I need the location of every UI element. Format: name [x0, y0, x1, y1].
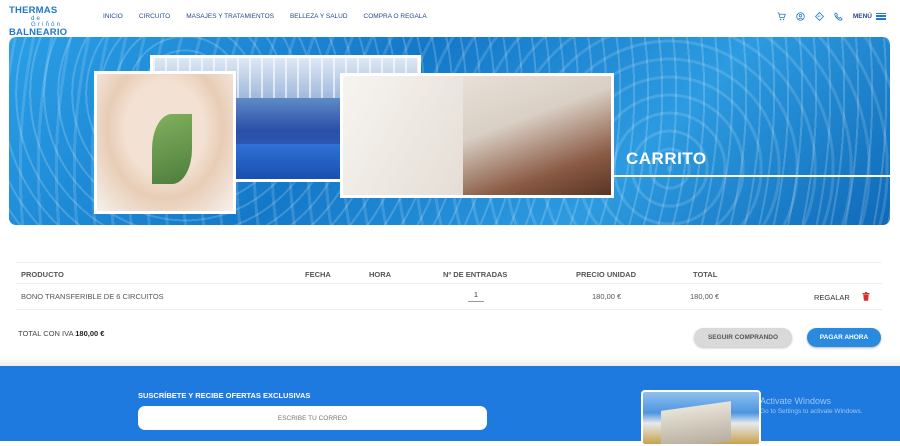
nav-item-compra[interactable]: COMPRA O REGALA: [364, 13, 427, 20]
header-actions: MENÚ: [777, 11, 886, 21]
nav-item-circuito[interactable]: CIRCUITO: [139, 13, 170, 20]
trash-icon[interactable]: [862, 292, 870, 301]
logo-line-3: BALNEARIO: [9, 26, 68, 38]
cart-table: PRODUCTO FECHA HORA Nº DE ENTRADAS PRECI…: [16, 262, 882, 310]
building-photo: [641, 390, 761, 446]
phone-icon[interactable]: [834, 11, 843, 21]
newsletter-footer: SUSCRÍBETE Y RECIBE OFERTAS EXCLUSIVAS A…: [0, 366, 900, 446]
continue-shopping-button[interactable]: SEGUIR COMPRANDO: [694, 328, 792, 347]
hero-banner: CARRITO: [9, 37, 890, 225]
brand-logo[interactable]: THERMAS de Griñón BALNEARIO: [9, 6, 71, 37]
watermark-line-2: Go to Settings to activate Windows.: [760, 408, 863, 415]
column-header-hora: HORA: [369, 270, 392, 279]
logo-line-1: THERMAS: [9, 5, 58, 16]
nav-item-belleza[interactable]: BELLEZA Y SALUD: [290, 13, 348, 20]
column-header-precio: PRECIO UNIDAD: [576, 270, 637, 279]
table-header: PRODUCTO FECHA HORA Nº DE ENTRADAS PRECI…: [16, 262, 882, 284]
row-price: 180,00 €: [592, 292, 622, 301]
total-value: 180,00 €: [75, 329, 105, 338]
windows-activation-watermark: Activate Windows Go to Settings to activ…: [760, 396, 863, 415]
page-title: CARRITO: [626, 149, 707, 168]
nav-item-inicio[interactable]: INICIO: [103, 13, 123, 20]
top-bar: THERMAS de Griñón BALNEARIO INICIO CIRCU…: [0, 0, 900, 37]
title-underline: [614, 175, 890, 177]
table-row: BONO TRANSFERIBLE DE 6 CIRCUITOS 1 180,0…: [16, 284, 882, 310]
quantity-field[interactable]: 1: [468, 290, 484, 302]
user-icon[interactable]: [796, 11, 805, 21]
nav-item-masajes[interactable]: MASAJES Y TRATAMIENTOS: [186, 13, 274, 20]
email-field[interactable]: [138, 406, 487, 430]
cart-icon[interactable]: [777, 12, 786, 21]
logo-line-2: de Griñón: [31, 15, 63, 28]
watermark-line-1: Activate Windows: [760, 396, 832, 406]
menu-label: MENÚ: [852, 12, 872, 20]
column-header-fecha: FECHA: [305, 270, 331, 279]
total-label: TOTAL CON IVA: [18, 329, 74, 338]
column-header-total: TOTAL: [693, 270, 718, 279]
facial-treatment-photo: [94, 71, 236, 214]
column-header-entradas: Nº DE ENTRADAS: [443, 270, 508, 279]
menu-icon: [876, 11, 886, 21]
main-nav: INICIO CIRCUITO MASAJES Y TRATAMIENTOS B…: [103, 13, 443, 20]
newsletter-title: SUSCRÍBETE Y RECIBE OFERTAS EXCLUSIVAS: [138, 391, 311, 400]
row-product: BONO TRANSFERIBLE DE 6 CIRCUITOS: [21, 292, 164, 301]
column-header-producto: PRODUCTO: [21, 270, 64, 279]
cart-total: TOTAL CON IVA 180,00 €: [18, 329, 104, 338]
row-total: 180,00 €: [690, 292, 720, 301]
location-icon[interactable]: [814, 11, 824, 21]
menu-button[interactable]: MENÚ: [853, 11, 886, 21]
gift-button[interactable]: REGALAR: [814, 293, 850, 302]
pay-now-button[interactable]: PAGAR AHORA: [807, 328, 881, 347]
massage-photo: [340, 73, 614, 198]
